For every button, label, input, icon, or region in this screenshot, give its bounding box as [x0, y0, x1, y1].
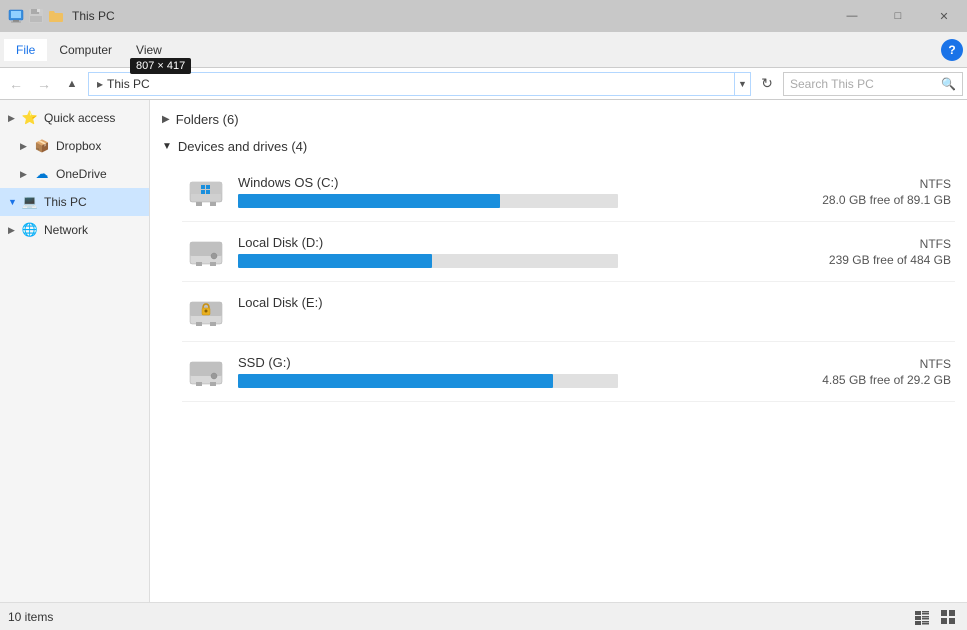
tab-computer[interactable]: Computer [47, 39, 124, 61]
help-button[interactable]: ? [941, 39, 963, 61]
drive-icon-c [186, 172, 226, 212]
sidebar-label: OneDrive [56, 167, 107, 181]
address-path[interactable]: ▸ This PC [88, 72, 735, 96]
close-button[interactable]: ✕ [921, 0, 967, 32]
drive-info-d: Local Disk (D:) [238, 235, 817, 268]
details-view-button[interactable] [911, 606, 933, 628]
drive-name-g: SSD (G:) [238, 355, 810, 370]
sidebar-label: Network [44, 223, 88, 237]
drive-name-d: Local Disk (D:) [238, 235, 817, 250]
back-button[interactable]: ← [4, 72, 28, 96]
sidebar-item-onedrive[interactable]: ▶ ☁ OneDrive [0, 160, 149, 188]
drive-name-e: Local Disk (E:) [238, 295, 939, 310]
drives-chevron-icon: ▼ [162, 141, 172, 152]
sidebar-label: This PC [44, 195, 87, 209]
drive-space-c: 28.0 GB free of 89.1 GB [822, 193, 951, 207]
drive-item-e[interactable]: Local Disk (E:) [182, 282, 955, 342]
windows-drive-icon [188, 174, 224, 210]
drive-stats-g: NTFS 4.85 GB free of 29.2 GB [810, 357, 951, 387]
refresh-button[interactable]: ↻ [755, 72, 779, 96]
save-icon [28, 8, 44, 24]
tooltip-badge: 807 × 417 [130, 58, 191, 74]
breadcrumb-this-pc: This PC [107, 77, 150, 91]
content-area: ▶ Folders (6) ▼ Devices and drives (4) [150, 100, 967, 602]
drive-space-d: 239 GB free of 484 GB [829, 253, 951, 267]
search-placeholder: Search This PC [790, 77, 941, 91]
app-icon [8, 8, 24, 24]
tiles-view-icon [940, 609, 956, 625]
breadcrumb-separator: ▸ [97, 77, 103, 91]
sidebar-item-network[interactable]: ▶ 🌐 Network [0, 216, 149, 244]
up-button[interactable]: ▲ [60, 72, 84, 96]
sidebar-item-quick-access[interactable]: ▶ ⭐ Quick access [0, 104, 149, 132]
title-bar: This PC 807 × 417 — □ ✕ [0, 0, 967, 32]
tab-file[interactable]: File [4, 39, 47, 61]
drive-stats-d: NTFS 239 GB free of 484 GB [817, 237, 951, 267]
drive-bar-fill-d [238, 254, 432, 268]
drive-info-c: Windows OS (C:) [238, 175, 810, 208]
drives-section-title: Devices and drives (4) [178, 139, 307, 154]
drive-icon-d [186, 232, 226, 272]
folders-chevron-icon: ▶ [162, 114, 170, 125]
drives-container: Windows OS (C:) NTFS 28.0 GB free of 89.… [162, 162, 955, 402]
address-dropdown-button[interactable]: ▼ [735, 72, 751, 96]
details-view-icon [914, 609, 930, 625]
drive-icon-g [186, 352, 226, 392]
drive-stats-c: NTFS 28.0 GB free of 89.1 GB [810, 177, 951, 207]
drive-bar-fill-c [238, 194, 500, 208]
maximize-button[interactable]: □ [875, 0, 921, 32]
drive-fs-d: NTFS [829, 237, 951, 251]
sidebar-label: Dropbox [56, 139, 101, 153]
title-bar-icons [8, 8, 64, 24]
status-bar-right [911, 606, 959, 628]
drive-bar-c [238, 194, 618, 208]
locked-drive-icon [188, 294, 224, 330]
this-pc-icon: 💻 [22, 194, 38, 210]
window-title: This PC [72, 9, 115, 23]
drive-space-g: 4.85 GB free of 29.2 GB [822, 373, 951, 387]
title-bar-controls: — □ ✕ [829, 0, 967, 32]
drive-bar-g [238, 374, 618, 388]
drive-fs-c: NTFS [822, 177, 951, 191]
tiles-view-button[interactable] [937, 606, 959, 628]
drive-info-e: Local Disk (E:) [238, 295, 939, 328]
sidebar: ▶ ⭐ Quick access ▶ 📦 Dropbox ▶ ☁ OneDriv… [0, 100, 150, 602]
drive-bar-d [238, 254, 618, 268]
chevron-icon: ▶ [8, 113, 18, 124]
drive-icon-e [186, 292, 226, 332]
chevron-icon: ▶ [20, 141, 30, 152]
dropbox-icon: 📦 [34, 138, 50, 154]
folders-section-title: Folders (6) [176, 112, 239, 127]
onedrive-icon: ☁ [34, 166, 50, 182]
quick-access-icon: ⭐ [22, 110, 38, 126]
drive-name-c: Windows OS (C:) [238, 175, 810, 190]
drive-item-c[interactable]: Windows OS (C:) NTFS 28.0 GB free of 89.… [182, 162, 955, 222]
search-icon: 🔍 [941, 77, 956, 91]
sidebar-label: Quick access [44, 111, 115, 125]
sidebar-item-dropbox[interactable]: ▶ 📦 Dropbox [0, 132, 149, 160]
drive-bar-fill-g [238, 374, 553, 388]
chevron-icon: ▼ [8, 197, 18, 207]
chevron-icon: ▶ [8, 225, 18, 236]
folders-section-header[interactable]: ▶ Folders (6) [162, 108, 955, 131]
sidebar-item-this-pc[interactable]: ▼ 💻 This PC [0, 188, 149, 216]
network-icon: 🌐 [22, 222, 38, 238]
drive-item-d[interactable]: Local Disk (D:) NTFS 239 GB free of 484 … [182, 222, 955, 282]
folder-icon [48, 8, 64, 24]
search-box[interactable]: Search This PC 🔍 [783, 72, 963, 96]
drives-section-header[interactable]: ▼ Devices and drives (4) [162, 135, 955, 158]
disk-drive-icon-d [188, 234, 224, 270]
disk-drive-icon-g [188, 354, 224, 390]
drive-fs-g: NTFS [822, 357, 951, 371]
forward-button[interactable]: → [32, 72, 56, 96]
chevron-icon: ▶ [20, 169, 30, 180]
drive-info-g: SSD (G:) [238, 355, 810, 388]
drive-item-g[interactable]: SSD (G:) NTFS 4.85 GB free of 29.2 GB [182, 342, 955, 402]
drive-no-bar-e [238, 314, 939, 328]
items-count: 10 items [8, 610, 53, 624]
main-area: ▶ ⭐ Quick access ▶ 📦 Dropbox ▶ ☁ OneDriv… [0, 100, 967, 602]
minimize-button[interactable]: — [829, 0, 875, 32]
status-bar: 10 items [0, 602, 967, 630]
